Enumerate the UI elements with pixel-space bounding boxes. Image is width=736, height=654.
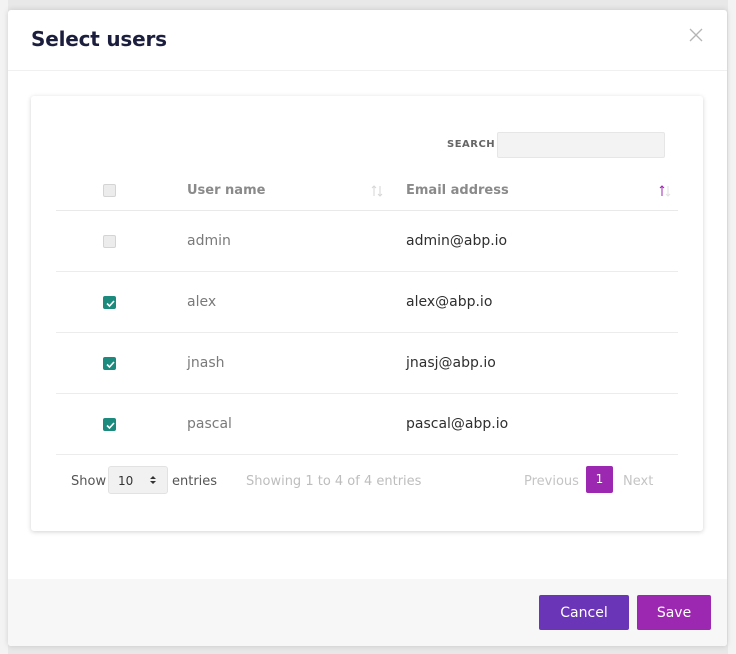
table-row: pascal pascal@abp.io: [56, 394, 678, 455]
username-cell: pascal: [187, 416, 232, 432]
check-icon: [106, 300, 115, 308]
page-length-select[interactable]: 10: [108, 466, 168, 494]
table-footer: Show 10 entries Showing 1 to 4 of 4 entr…: [71, 466, 681, 496]
username-cell: alex: [187, 294, 217, 310]
table-row: alex alex@abp.io: [56, 272, 678, 333]
page-length-value: 10: [118, 474, 134, 488]
users-table-card: SEARCH User name Email address admin adm…: [31, 96, 703, 531]
email-cell: pascal@abp.io: [406, 416, 509, 432]
previous-page-button[interactable]: Previous: [524, 474, 579, 489]
username-cell: admin: [187, 233, 231, 249]
column-header-username[interactable]: User name: [187, 183, 265, 198]
search-input[interactable]: [497, 132, 665, 158]
sort-unsorted-icon[interactable]: [370, 183, 384, 197]
modal-header: Select users: [8, 10, 727, 71]
username-cell: jnash: [187, 355, 225, 371]
next-page-button[interactable]: Next: [623, 474, 653, 489]
page-1-button[interactable]: 1: [586, 466, 613, 493]
email-cell: jnasj@abp.io: [406, 355, 496, 371]
cancel-button[interactable]: Cancel: [539, 595, 629, 630]
select-caret-icon: [150, 476, 156, 484]
close-button[interactable]: [687, 26, 705, 44]
modal-title: Select users: [31, 27, 167, 51]
email-cell: alex@abp.io: [406, 294, 493, 310]
save-button[interactable]: Save: [637, 595, 711, 630]
table-header: User name Email address: [56, 169, 678, 211]
search-label: SEARCH: [447, 139, 496, 150]
row-checkbox[interactable]: [103, 235, 116, 248]
column-header-email[interactable]: Email address: [406, 183, 509, 198]
check-icon: [106, 422, 115, 430]
backdrop: [728, 0, 736, 654]
check-icon: [106, 361, 115, 369]
select-users-modal: Select users SEARCH User name Email addr…: [8, 10, 727, 646]
close-icon: [689, 28, 703, 42]
row-checkbox[interactable]: [103, 418, 116, 431]
table-info: Showing 1 to 4 of 4 entries: [246, 474, 422, 489]
table-row: admin admin@abp.io: [56, 211, 678, 272]
modal-body: SEARCH User name Email address admin adm…: [8, 71, 727, 579]
email-cell: admin@abp.io: [406, 233, 508, 249]
select-all-checkbox[interactable]: [103, 184, 116, 197]
modal-footer: Cancel Save: [8, 579, 727, 646]
row-checkbox[interactable]: [103, 296, 116, 309]
table-row: jnash jnasj@abp.io: [56, 333, 678, 394]
backdrop: [0, 0, 8, 654]
entries-label: entries: [172, 474, 218, 489]
sort-ascending-icon[interactable]: [658, 183, 672, 197]
users-table: User name Email address admin admin@abp.…: [56, 169, 678, 455]
row-checkbox[interactable]: [103, 357, 116, 370]
show-label: Show: [71, 474, 107, 489]
